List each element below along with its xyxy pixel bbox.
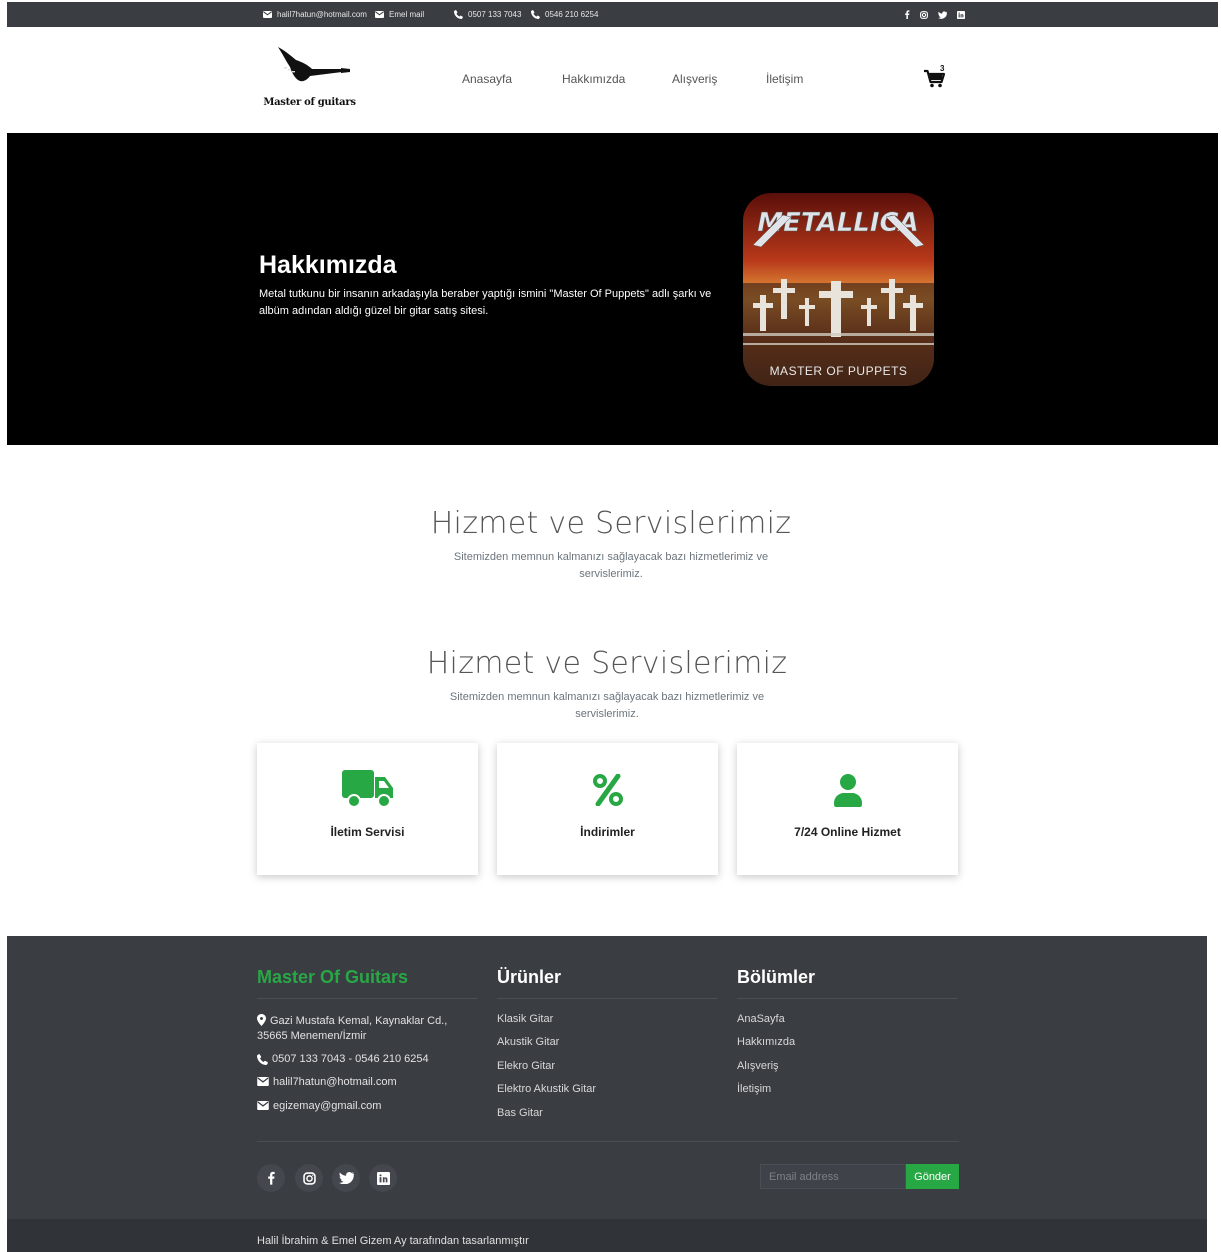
services-subtitle-2: Sitemizden memnun kalmanızı sağlayacak b… bbox=[449, 691, 765, 720]
service-card-online[interactable]: 7/24 Online Hizmet bbox=[737, 743, 958, 875]
linkedin-icon bbox=[376, 1171, 390, 1185]
nav-contact[interactable]: İletişim bbox=[766, 72, 803, 86]
envelope-icon bbox=[257, 1077, 269, 1086]
facebook-icon[interactable] bbox=[904, 10, 910, 19]
envelope-icon bbox=[257, 1101, 269, 1110]
site-footer: Master Of Guitars Gazi Mustafa Kemal, Ka… bbox=[7, 936, 1207, 1219]
topbar-email-1[interactable]: halil7hatun@hotmail.com bbox=[263, 2, 367, 27]
topbar-phone-2[interactable]: 0546 210 6254 bbox=[531, 2, 598, 27]
site-logo[interactable]: Master of guitars bbox=[262, 41, 357, 125]
footer-phones-text: 0507 133 7043 - 0546 210 6254 bbox=[272, 1053, 429, 1065]
footer-address-line-2: 35665 Menemen/İzmir bbox=[257, 1030, 367, 1042]
service-label-delivery: İletim Servisi bbox=[330, 825, 405, 839]
footer-products-title: Ürünler bbox=[497, 967, 562, 987]
footer-product-link[interactable]: Klasik Gitar bbox=[497, 1013, 553, 1025]
album-cover-image: METALLICA MASTER OF PUPPETS bbox=[743, 193, 934, 386]
footer-address-line-2-row: 35665 Menemen/İzmir bbox=[257, 1030, 366, 1042]
newsletter-send-button[interactable]: Gönder bbox=[906, 1164, 959, 1189]
footer-address-line-1: Gazi Mustafa Kemal, Kaynaklar Cd., bbox=[270, 1015, 448, 1027]
instagram-icon[interactable] bbox=[920, 10, 928, 19]
footer-product-link[interactable]: Elektro Akustik Gitar bbox=[497, 1083, 596, 1095]
footer-section-link[interactable]: AnaSayfa bbox=[737, 1013, 785, 1025]
footer-twitter-link[interactable] bbox=[332, 1164, 360, 1192]
album-art: METALLICA bbox=[743, 193, 934, 386]
topbar-phone-2-text: 0546 210 6254 bbox=[545, 10, 599, 19]
footer-separator bbox=[257, 1141, 959, 1142]
topbar-social-links bbox=[904, 2, 965, 27]
topbar-email-2[interactable]: Emel mail bbox=[375, 2, 424, 27]
topbar-phone-1[interactable]: 0507 133 7043 bbox=[454, 2, 521, 27]
nav-shop[interactable]: Alışveriş bbox=[672, 72, 717, 86]
topbar-email-1-text: halil7hatun@hotmail.com bbox=[277, 10, 367, 19]
map-marker-icon bbox=[257, 1014, 266, 1026]
service-label-discounts: İndirimler bbox=[580, 825, 635, 839]
footer-phones[interactable]: 0507 133 7043 - 0546 210 6254 bbox=[257, 1053, 429, 1065]
linkedin-icon[interactable] bbox=[957, 10, 965, 19]
topbar-email-2-text: Emel mail bbox=[389, 10, 425, 19]
phone-icon bbox=[257, 1054, 268, 1065]
footer-email-2-text: egizemay@gmail.com bbox=[273, 1100, 382, 1112]
services-title-2: Hizmet ve Servislerimiz bbox=[426, 646, 788, 681]
footer-section-link[interactable]: Alışveriş bbox=[737, 1060, 779, 1072]
top-bar: halil7hatun@hotmail.com Emel mail 0507 1… bbox=[7, 2, 1218, 27]
guitar-logo-icon bbox=[278, 47, 350, 82]
hero-title: Hakkımızda bbox=[259, 251, 397, 279]
footer-brand: Master Of Guitars bbox=[257, 967, 409, 987]
footer-product-link[interactable]: Bas Gitar bbox=[497, 1107, 543, 1119]
footer-divider-2 bbox=[497, 998, 717, 999]
newsletter-email-input[interactable] bbox=[760, 1164, 906, 1189]
footer-email-2[interactable]: egizemay@gmail.com bbox=[257, 1100, 381, 1112]
nav-about[interactable]: Hakkımızda bbox=[562, 72, 625, 86]
services-subtitle-1: Sitemizden memnun kalmanızı sağlayacak b… bbox=[453, 551, 769, 580]
truck-icon bbox=[341, 770, 393, 808]
percent-icon bbox=[592, 774, 623, 806]
service-card-discounts[interactable]: İndirimler bbox=[497, 743, 718, 875]
about-hero: Hakkımızda Metal tutkunu bir insanın ark… bbox=[7, 133, 1218, 445]
album-caption: MASTER OF PUPPETS bbox=[769, 364, 908, 378]
footer-section-link[interactable]: İletişim bbox=[737, 1083, 771, 1095]
footer-address: Gazi Mustafa Kemal, Kaynaklar Cd., bbox=[257, 1013, 447, 1030]
footer-divider-1 bbox=[257, 998, 477, 999]
twitter-icon[interactable] bbox=[938, 10, 947, 19]
user-icon bbox=[833, 774, 862, 807]
footer-email-1-text: halil7hatun@hotmail.com bbox=[273, 1076, 397, 1088]
topbar-phone-1-text: 0507 133 7043 bbox=[468, 10, 522, 19]
phone-icon bbox=[531, 10, 540, 19]
footer-email-1[interactable]: halil7hatun@hotmail.com bbox=[257, 1076, 397, 1088]
footer-credit: Halil İbrahim & Emel Gizem Ay tarafından… bbox=[257, 1235, 529, 1247]
envelope-icon bbox=[375, 11, 384, 18]
service-card-delivery[interactable]: İletim Servisi bbox=[257, 743, 478, 875]
hero-description: Metal tutkunu bir insanın arkadaşıyla be… bbox=[259, 288, 712, 317]
services-title-1: Hizmet ve Servislerimiz bbox=[430, 506, 792, 541]
envelope-icon bbox=[263, 11, 272, 18]
instagram-icon bbox=[302, 1171, 316, 1185]
footer-product-link[interactable]: Akustik Gitar bbox=[497, 1036, 559, 1048]
footer-product-link[interactable]: Elekro Gitar bbox=[497, 1060, 555, 1072]
footer-instagram-link[interactable] bbox=[295, 1164, 323, 1192]
footer-section-link[interactable]: Hakkımızda bbox=[737, 1036, 795, 1048]
site-header: Master of guitars Anasayfa Hakkımızda Al… bbox=[7, 27, 1218, 133]
phone-icon bbox=[454, 10, 463, 19]
service-label-online: 7/24 Online Hizmet bbox=[794, 825, 901, 839]
twitter-icon bbox=[338, 1172, 354, 1184]
facebook-icon bbox=[268, 1171, 275, 1185]
nav-home[interactable]: Anasayfa bbox=[462, 72, 512, 86]
footer-sections-title: Bölümler bbox=[737, 967, 816, 987]
footer-facebook-link[interactable] bbox=[257, 1164, 285, 1192]
logo-text: Master of guitars bbox=[263, 97, 356, 108]
cart-count-badge: 3 bbox=[940, 64, 945, 73]
footer-credit-bar: Halil İbrahim & Emel Gizem Ay tarafından… bbox=[7, 1219, 1207, 1252]
footer-divider-3 bbox=[737, 998, 957, 999]
footer-linkedin-link[interactable] bbox=[369, 1164, 397, 1192]
